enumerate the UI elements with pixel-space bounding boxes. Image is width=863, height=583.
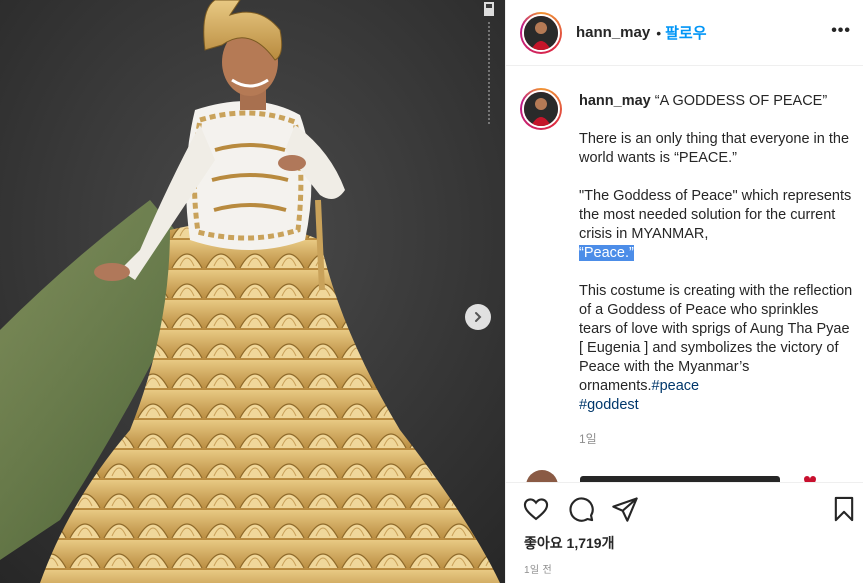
bookmark-icon[interactable]	[830, 495, 858, 523]
next-photo-button[interactable]	[465, 304, 491, 330]
caption-username[interactable]: hann_may	[579, 93, 651, 109]
chevron-right-icon	[475, 312, 482, 322]
post-side-panel: hann_may • 팔로우 ••• hann_may “A GODDESS O…	[505, 0, 863, 583]
caption-text: hann_may “A GODDESS OF PEACE” There is a…	[579, 92, 854, 434]
caption-avatar[interactable]	[520, 88, 562, 130]
costume-photo	[0, 0, 505, 583]
post-username[interactable]: hann_may	[576, 24, 650, 41]
separator-dot: •	[656, 24, 662, 41]
caption-paragraph-2: "The Goddess of Peace" which represents …	[579, 188, 852, 242]
post-header: hann_may • 팔로우 •••	[506, 0, 863, 66]
partial-comment-row	[522, 470, 862, 482]
avatar[interactable]	[520, 11, 562, 54]
caption-area: hann_may “A GODDESS OF PEACE” There is a…	[506, 86, 863, 482]
comment-icon[interactable]	[567, 495, 595, 523]
photographer-watermark	[482, 0, 496, 130]
hashtag-peace[interactable]: #peace	[652, 378, 700, 394]
caption-paragraph-1: There is an only thing that everyone in …	[579, 131, 850, 166]
highlighted-text: “Peace.”	[579, 245, 634, 261]
post-timestamp: 1일 전	[524, 565, 552, 576]
profile-picture	[524, 15, 558, 50]
more-options-button[interactable]: •••	[831, 22, 851, 40]
profile-picture	[524, 92, 558, 126]
heart-icon[interactable]	[522, 495, 550, 523]
send-icon[interactable]	[611, 495, 639, 523]
action-bar: 좋아요 1,719개 1일 전	[506, 482, 863, 583]
likes-count[interactable]: 좋아요 1,719개	[524, 533, 614, 553]
follow-button[interactable]: 팔로우	[665, 22, 706, 43]
hashtag-goddest[interactable]: #goddest	[579, 397, 639, 413]
post-photo[interactable]	[0, 0, 505, 583]
caption-title: “A GODDESS OF PEACE”	[654, 93, 828, 109]
caption-paragraph-3: This costume is creating with the reflec…	[579, 283, 853, 394]
caption-time-ago: 1일	[579, 432, 597, 446]
